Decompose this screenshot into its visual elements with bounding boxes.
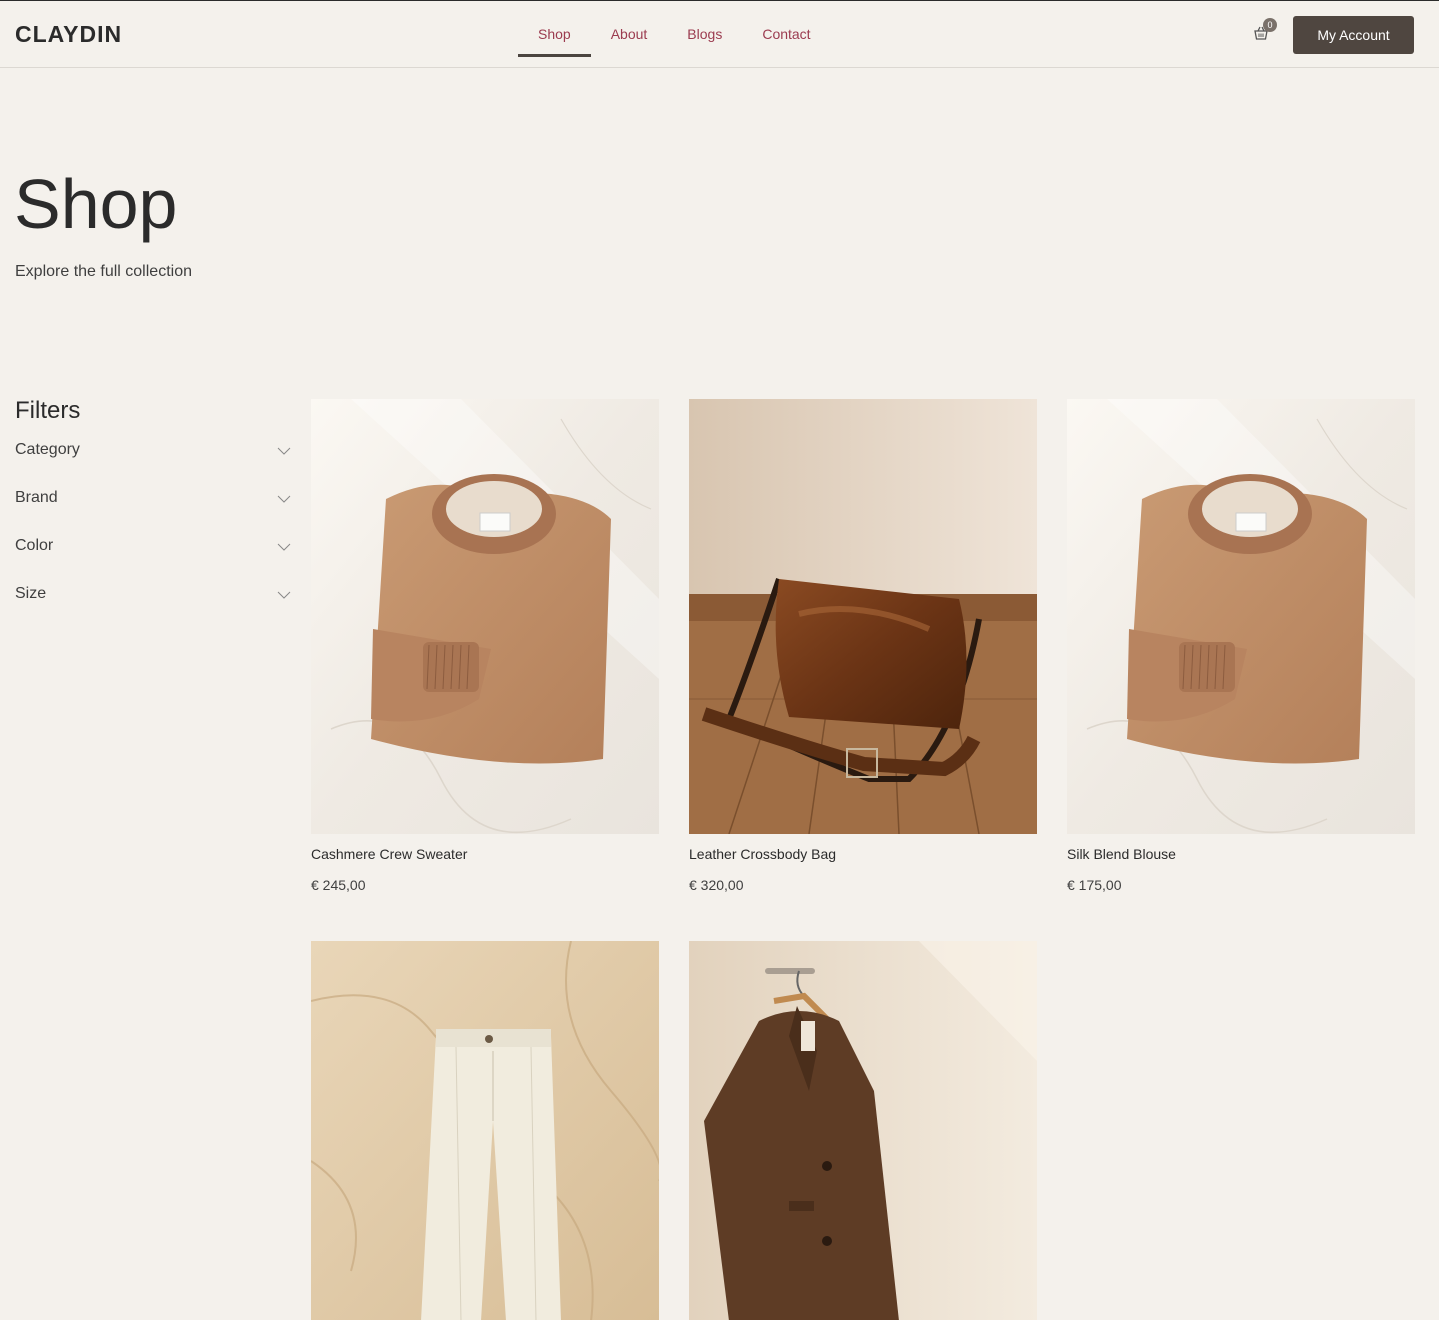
product-image[interactable] <box>311 941 659 1320</box>
product-image[interactable] <box>689 399 1037 834</box>
site-header: CLAYDIN Shop About Blogs Contact 0 My Ac… <box>0 1 1439 68</box>
product-image[interactable] <box>1067 399 1415 834</box>
product-name[interactable]: Leather Crossbody Bag <box>689 846 836 862</box>
page-subtitle: Explore the full collection <box>15 263 192 280</box>
cart-count-badge: 0 <box>1263 18 1277 32</box>
product-name[interactable]: Cashmere Crew Sweater <box>311 846 467 862</box>
product-image[interactable] <box>311 399 659 834</box>
page: CLAYDIN Shop About Blogs Contact 0 My Ac… <box>0 0 1439 1320</box>
chevron-down-icon <box>277 591 291 599</box>
nav-contact[interactable]: Contact <box>742 1 830 67</box>
nav-about[interactable]: About <box>591 1 668 67</box>
filters-heading: Filters <box>15 397 81 424</box>
filter-brand[interactable]: Brand <box>15 489 291 519</box>
filter-size[interactable]: Size <box>15 585 291 615</box>
chevron-down-icon <box>277 495 291 503</box>
filter-label: Brand <box>15 489 58 506</box>
filter-color[interactable]: Color <box>15 537 291 567</box>
nav-shop[interactable]: Shop <box>518 1 591 67</box>
filter-label: Size <box>15 585 47 602</box>
nav-blogs[interactable]: Blogs <box>667 1 742 67</box>
my-account-button[interactable]: My Account <box>1293 16 1414 54</box>
main-nav: Shop About Blogs Contact <box>518 1 831 67</box>
brand-logo[interactable]: CLAYDIN <box>15 21 122 48</box>
product-price: € 245,00 <box>311 877 366 893</box>
filter-label: Color <box>15 537 54 554</box>
product-card[interactable]: Leather Crossbody Bag € 320,00 <box>689 399 1037 899</box>
product-card[interactable] <box>689 941 1037 1320</box>
chevron-down-icon <box>277 447 291 455</box>
product-card[interactable]: Cashmere Crew Sweater € 245,00 <box>311 399 659 899</box>
product-card[interactable]: Silk Blend Blouse € 175,00 <box>1067 399 1415 899</box>
product-name[interactable]: Silk Blend Blouse <box>1067 846 1176 862</box>
product-price: € 175,00 <box>1067 877 1122 893</box>
product-card[interactable] <box>311 941 659 1320</box>
filter-category[interactable]: Category <box>15 441 291 471</box>
product-image[interactable] <box>689 941 1037 1320</box>
chevron-down-icon <box>277 543 291 551</box>
product-price: € 320,00 <box>689 877 744 893</box>
page-title: Shop <box>14 165 178 243</box>
filter-label: Category <box>15 441 80 458</box>
